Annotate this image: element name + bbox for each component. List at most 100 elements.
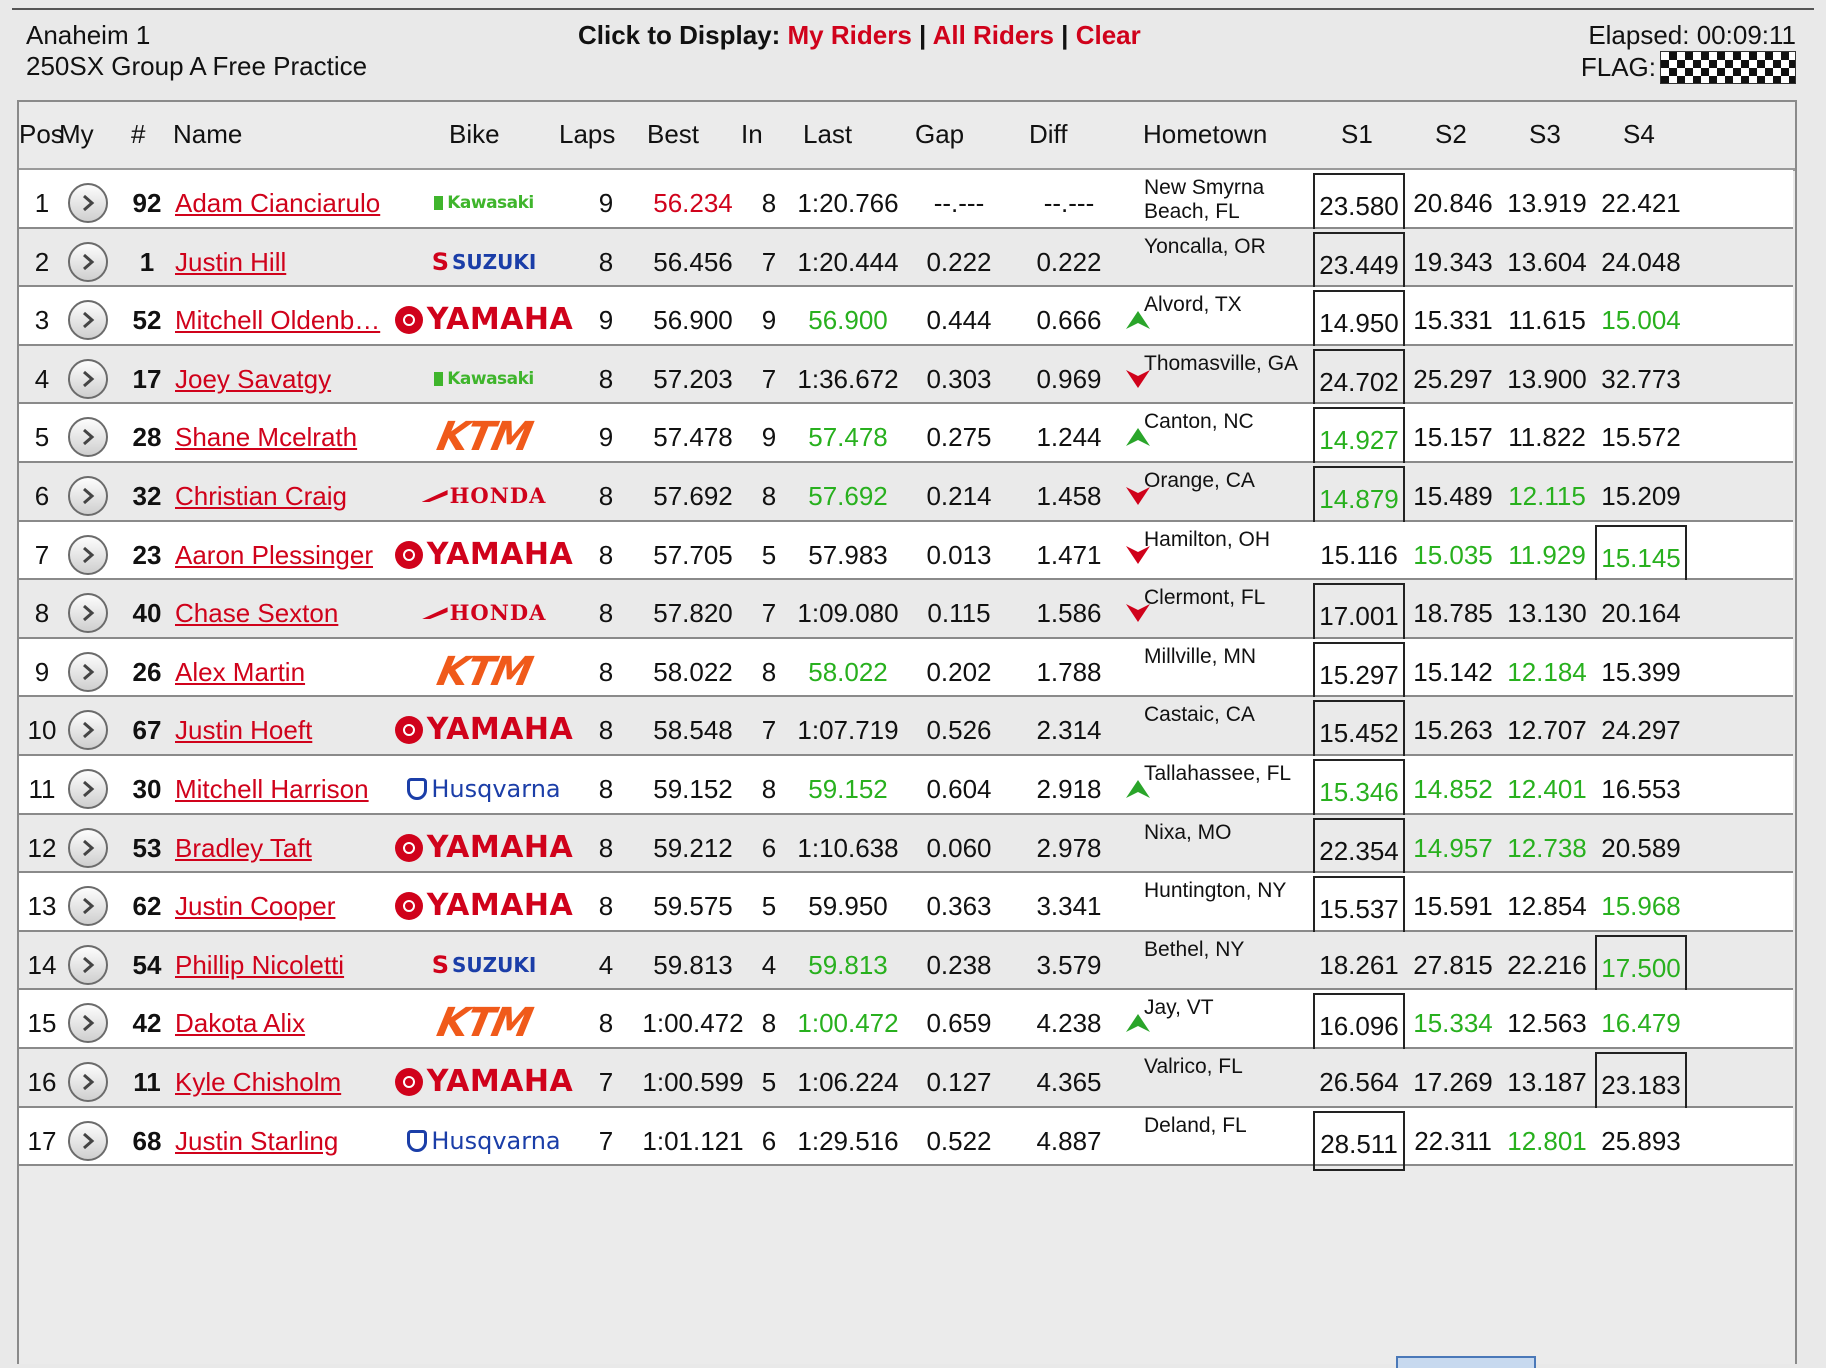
play-arrow-icon[interactable] [68,358,108,399]
play-arrow-icon[interactable] [68,1003,108,1044]
my-rider-toggle[interactable] [65,815,111,881]
rider-row[interactable]: 1 92 Adam Cianciarulo Kawasaki 9 56.234 8 1:20.… [19,170,1793,233]
rider-name-link[interactable]: Kyle Chisholm [175,1049,405,1115]
rider-row[interactable]: 3 52 Mitchell Oldenb… YAMAHA 9 56.900 9 56.900 0… [19,287,1793,351]
col-s4[interactable]: S4 [1623,119,1655,150]
col-best[interactable]: Best [647,119,699,150]
play-arrow-icon[interactable] [68,1120,108,1161]
rider-row[interactable]: 10 67 Justin Hoeft YAMAHA 8 58.548 7 1:07.719 0.… [19,697,1793,761]
rider-name-link[interactable]: Aaron Plessinger [175,522,405,588]
my-rider-toggle[interactable] [65,287,111,353]
sector-2: 14.852 [1413,774,1493,804]
rider-name-link[interactable]: Chase Sexton [175,580,405,646]
play-arrow-icon[interactable] [68,417,108,458]
rider-name-link[interactable]: Mitchell Harrison [175,756,405,822]
col-hometown[interactable]: Hometown [1143,119,1267,150]
col-bike[interactable]: Bike [449,119,500,150]
rider-name-link[interactable]: Shane Mcelrath [175,404,405,470]
my-rider-toggle[interactable] [65,170,111,236]
play-arrow-icon[interactable] [68,710,108,751]
rider-row[interactable]: 4 17 Joey Savatgy Kawasaki 8 57.203 7 1:36.672 0… [19,345,1793,409]
my-rider-toggle[interactable] [65,1049,111,1115]
col-my[interactable]: My [59,119,94,150]
col-last[interactable]: Last [803,119,852,150]
rider-row[interactable]: 17 68 Justin Starling Husqvarna 7 1:01.121 6 1:… [19,1107,1793,1171]
rider-row[interactable]: 9 26 Alex Martin KTM 8 58.022 8 58.022 0.202 1.78… [19,638,1793,702]
rider-name-link[interactable]: Justin Hoeft [175,697,405,763]
col-pos[interactable]: Pos [19,119,64,150]
play-arrow-icon[interactable] [68,183,108,223]
my-rider-toggle[interactable] [65,639,111,705]
rider-name-link[interactable]: Phillip Nicoletti [175,932,405,998]
rider-row[interactable]: 13 62 Justin Cooper YAMAHA 8 59.575 5 59.950 0.3… [19,873,1793,937]
rider-row[interactable]: 7 23 Aaron Plessinger YAMAHA 8 57.705 5 57.983 0… [19,521,1793,585]
diff: 1.586 [1036,598,1102,629]
play-arrow-icon[interactable] [68,886,108,927]
rider-number: 30 [132,774,162,804]
col-gap[interactable]: Gap [915,119,964,150]
play-arrow-icon[interactable] [68,827,108,868]
col-diff[interactable]: Diff [1029,119,1068,150]
rider-name-link[interactable]: Mitchell Oldenb… [175,287,405,353]
my-rider-toggle[interactable] [65,990,111,1056]
play-arrow-icon[interactable] [68,241,108,282]
my-rider-toggle[interactable] [65,756,111,822]
my-rider-toggle[interactable] [65,873,111,939]
rider-name-link[interactable]: Adam Cianciarulo [175,170,405,236]
rider-name-link[interactable]: Justin Hill [175,229,405,295]
rider-row[interactable]: 12 53 Bradley Taft YAMAHA 8 59.212 6 1:10.638 0.… [19,814,1793,878]
col-s2[interactable]: S2 [1435,119,1467,150]
play-arrow-icon[interactable] [68,593,108,634]
my-rider-toggle[interactable] [65,463,111,529]
rider-number: 28 [132,422,162,453]
best-lap: 59.152 [653,774,733,804]
last-lap: 1:06.224 [797,1067,899,1097]
col-laps[interactable]: Laps [559,119,615,150]
my-rider-toggle[interactable] [65,932,111,998]
clear-link[interactable]: Clear [1076,20,1141,50]
my-rider-toggle[interactable] [65,580,111,646]
rider-name-link[interactable]: Justin Starling [175,1108,405,1174]
laps: 8 [598,891,614,922]
footer-button-clipped[interactable] [1396,1356,1536,1368]
sector-1: 15.346 [1313,759,1405,819]
rider-name-link[interactable]: Alex Martin [175,639,405,705]
col-name[interactable]: Name [173,119,242,150]
play-arrow-icon[interactable] [68,769,108,809]
my-rider-toggle[interactable] [65,229,111,295]
play-arrow-icon[interactable] [68,651,108,692]
rider-name-link[interactable]: Justin Cooper [175,873,405,939]
rider-row[interactable]: 11 30 Mitchell Harrison Husqvarna 8 59.152 8 59… [19,756,1793,819]
my-rider-toggle[interactable] [65,697,111,763]
col-s3[interactable]: S3 [1529,119,1561,150]
rider-name-link[interactable]: Bradley Taft [175,815,405,881]
laps: 8 [598,363,614,394]
rider-row[interactable]: 8 40 Chase Sexton HONDA 8 57.820 7 1:09.080 0.11… [19,580,1793,644]
play-arrow-icon[interactable] [68,1062,108,1102]
rider-row[interactable]: 16 11 Kyle Chisholm YAMAHA 7 1:00.599 5 1:06.22… [19,1049,1793,1112]
col-in[interactable]: In [741,119,763,150]
rider-name-link[interactable]: Joey Savatgy [175,346,405,412]
rider-row[interactable]: 15 42 Dakota Alix KTM 8 1:00.472 8 1:00.472 0.65… [19,990,1793,1054]
my-rider-toggle[interactable] [65,522,111,588]
rider-name-link[interactable]: Dakota Alix [175,990,405,1056]
all-riders-link[interactable]: All Riders [933,20,1054,50]
laps: 8 [598,832,614,863]
my-rider-toggle[interactable] [65,404,111,470]
my-riders-link[interactable]: My Riders [788,20,912,50]
last-lap: 1:29.516 [797,1125,899,1156]
play-arrow-icon[interactable] [68,476,108,516]
play-arrow-icon[interactable] [68,944,108,985]
rider-number: 53 [132,832,162,863]
rider-row[interactable]: 2 1 Justin Hill S SUZUKI 8 56.456 7 1:20.444 0.22… [19,228,1793,292]
play-arrow-icon[interactable] [68,534,108,575]
rider-name-link[interactable]: Christian Craig [175,463,405,529]
col-s1[interactable]: S1 [1341,119,1373,150]
my-rider-toggle[interactable] [65,346,111,412]
rider-row[interactable]: 5 28 Shane Mcelrath KTM 9 57.478 9 57.478 0.275 1… [19,404,1793,468]
rider-row[interactable]: 6 32 Christian Craig HONDA 8 57.692 8 57.692 0.2… [19,463,1793,526]
col-number[interactable]: # [131,119,145,150]
my-rider-toggle[interactable] [65,1108,111,1174]
rider-row[interactable]: 14 54 Phillip Nicoletti S SUZUKI 4 59.813 4 59.8… [19,931,1793,995]
play-arrow-icon[interactable] [68,300,108,341]
